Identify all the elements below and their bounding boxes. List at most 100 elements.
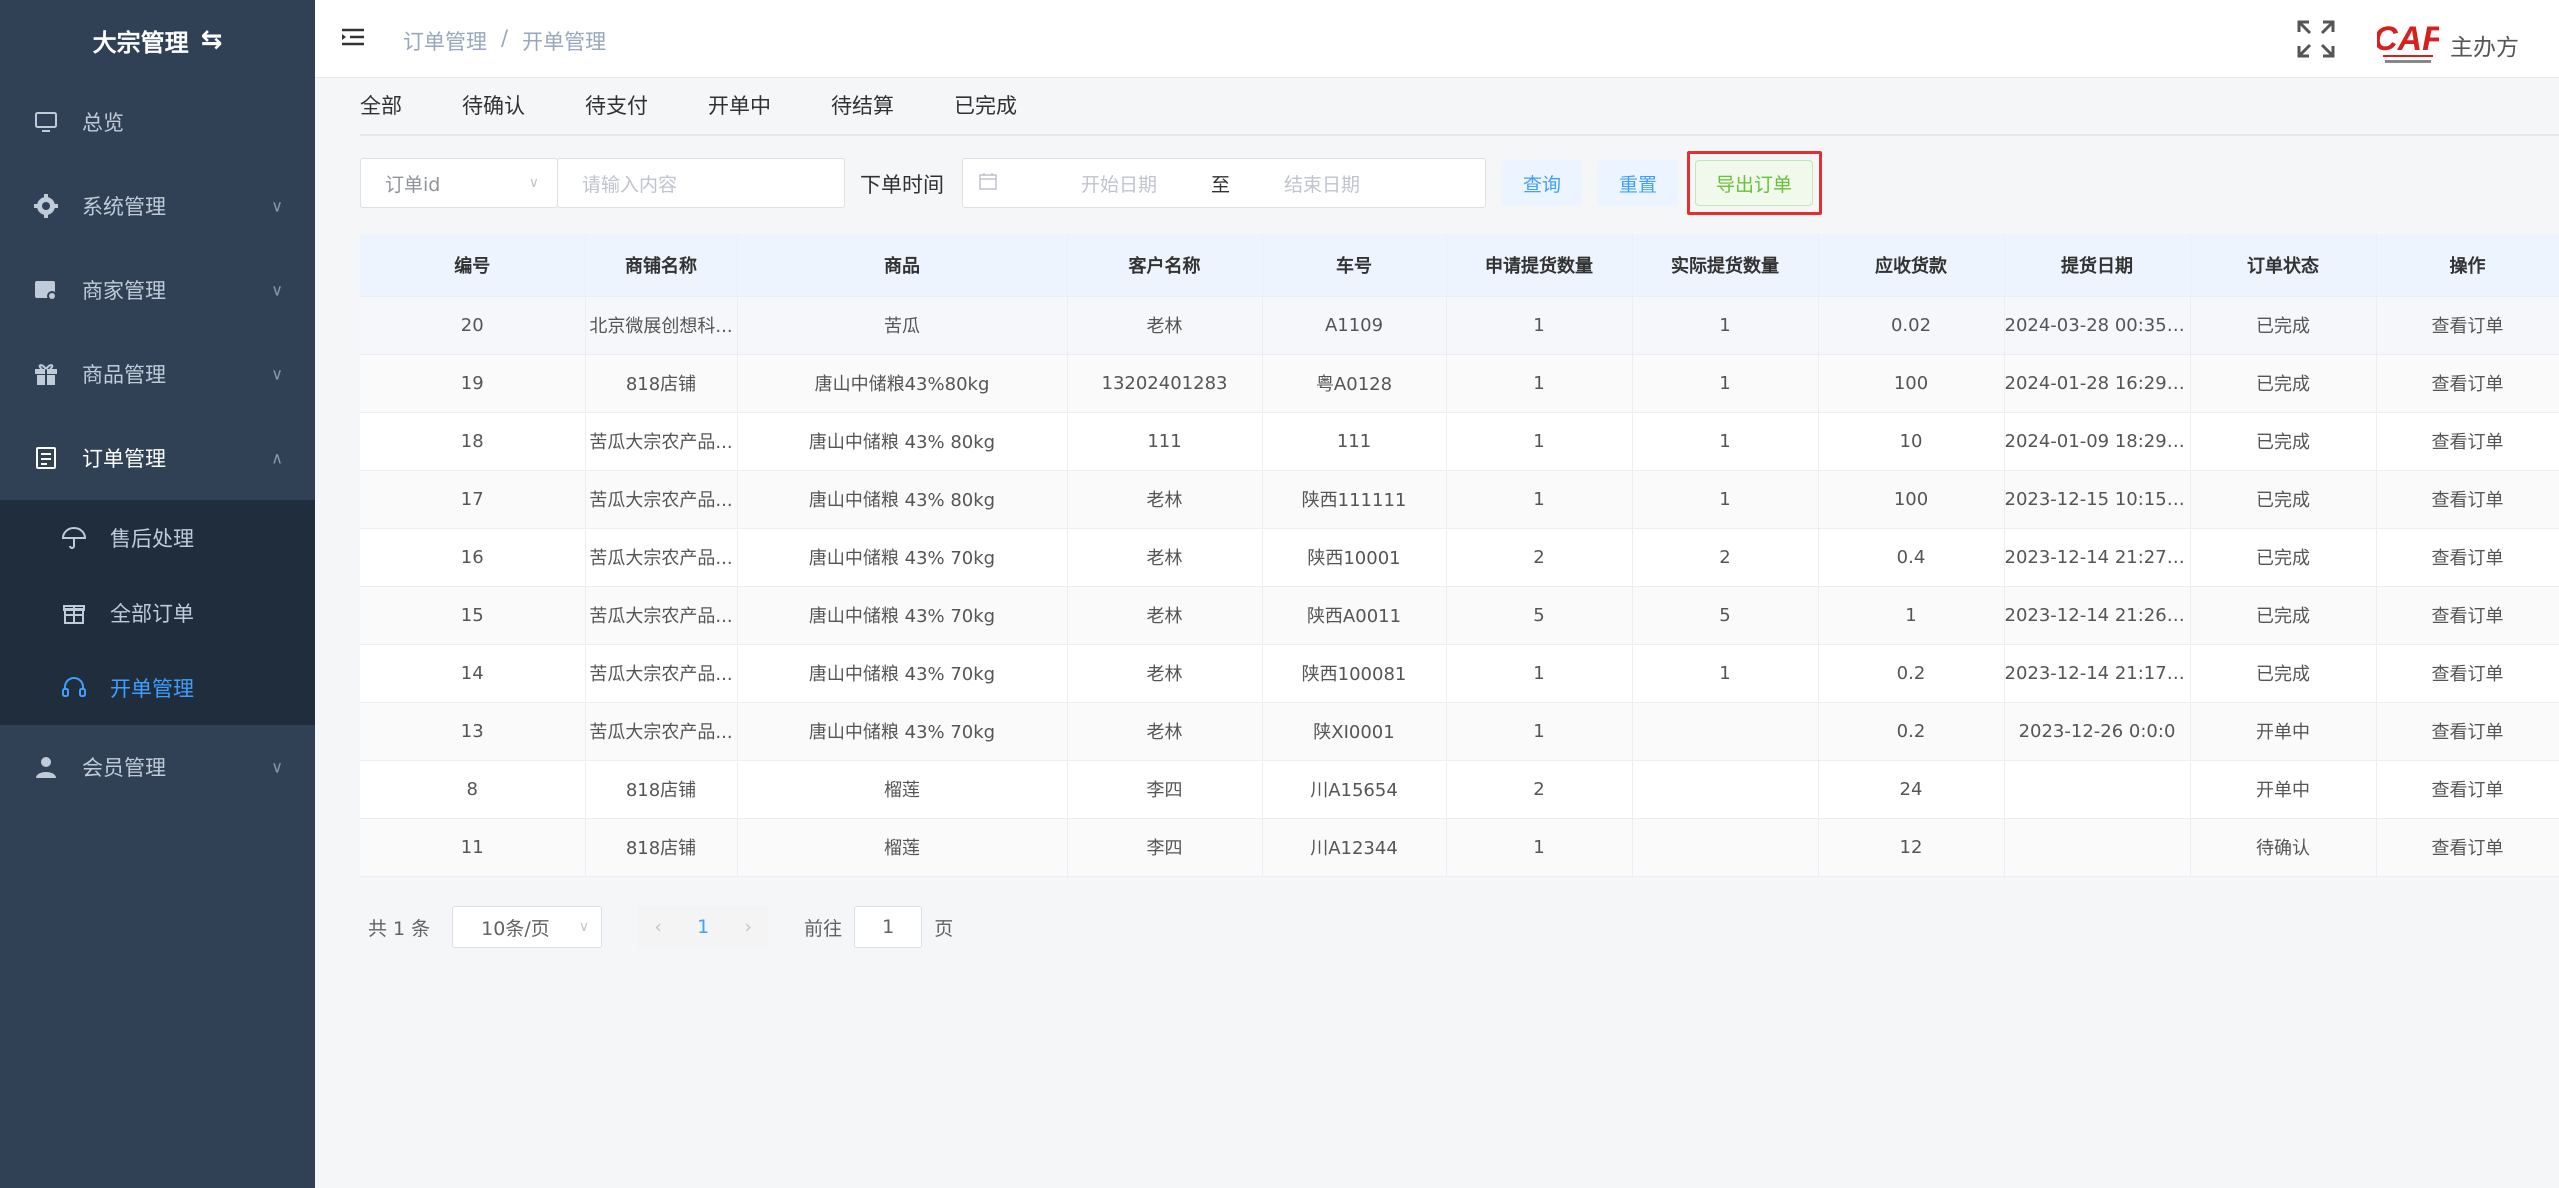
cell-plate: 111 bbox=[1262, 412, 1447, 471]
status-badge: 已完成 bbox=[2190, 586, 2377, 645]
col-action: 操作 bbox=[2376, 234, 2559, 297]
cell-act-qty bbox=[1632, 818, 1819, 877]
sidebar-item-merchant[interactable]: 商家管理 ∨ bbox=[0, 248, 315, 332]
table-row: 13 苦瓜大宗农产品... 唐山中储粮 43% 70kg 老林 陕XI0001 1 0.2 2… bbox=[360, 702, 2559, 761]
sidebar-item-all-orders[interactable]: 全部订单 bbox=[0, 575, 315, 650]
cell-plate: 陕XI0001 bbox=[1262, 702, 1447, 761]
gear-icon bbox=[32, 192, 60, 220]
view-order-link[interactable]: 查看订单 bbox=[2376, 586, 2559, 645]
cell-amount: 100 bbox=[1818, 470, 2005, 529]
prev-page-button[interactable]: ‹ bbox=[638, 906, 679, 948]
menu-toggle-icon[interactable] bbox=[340, 24, 368, 52]
caf-logo-text: CAF bbox=[2377, 20, 2439, 58]
sidebar-item-product[interactable]: 商品管理 ∨ bbox=[0, 332, 315, 416]
cell-id: 18 bbox=[360, 412, 586, 471]
cell-date bbox=[2004, 818, 2191, 877]
cell-product: 榴莲 bbox=[737, 818, 1068, 877]
chevron-down-icon: ∨ bbox=[528, 175, 539, 191]
cell-req-qty: 1 bbox=[1446, 296, 1633, 355]
cell-plate: 川A15654 bbox=[1262, 760, 1447, 819]
sidebar-item-members[interactable]: 会员管理 ∨ bbox=[0, 725, 315, 809]
view-order-link[interactable]: 查看订单 bbox=[2376, 528, 2559, 587]
cell-customer: 111 bbox=[1067, 412, 1263, 471]
cell-product: 唐山中储粮 43% 70kg bbox=[737, 586, 1068, 645]
tab-to-pay[interactable]: 待支付 bbox=[585, 88, 648, 134]
sidebar-item-label: 系统管理 bbox=[82, 195, 166, 219]
view-order-link[interactable]: 查看订单 bbox=[2376, 644, 2559, 703]
cell-req-qty: 1 bbox=[1446, 702, 1633, 761]
chevron-right-icon: › bbox=[744, 916, 752, 938]
sidebar-item-aftersale[interactable]: 售后处理 bbox=[0, 500, 315, 575]
sidebar-item-system[interactable]: 系统管理 ∨ bbox=[0, 164, 315, 248]
swap-icon[interactable]: ⇆ bbox=[201, 25, 223, 55]
cell-product: 唐山中储粮 43% 70kg bbox=[737, 702, 1068, 761]
view-order-link[interactable]: 查看订单 bbox=[2376, 818, 2559, 877]
col-act-qty: 实际提货数量 bbox=[1632, 234, 1819, 297]
tab-to-confirm[interactable]: 待确认 bbox=[462, 88, 525, 134]
cell-req-qty: 1 bbox=[1446, 354, 1633, 413]
sidebar-item-billing[interactable]: 开单管理 bbox=[0, 650, 315, 725]
status-badge: 已完成 bbox=[2190, 296, 2377, 355]
chevron-down-icon: ∨ bbox=[271, 364, 283, 384]
view-order-link[interactable]: 查看订单 bbox=[2376, 354, 2559, 413]
umbrella-icon bbox=[60, 524, 88, 552]
table-row: 18 苦瓜大宗农产品... 唐山中储粮 43% 80kg 111 111 1 1 10 2024… bbox=[360, 412, 2559, 471]
cell-plate: A1109 bbox=[1262, 296, 1447, 355]
cell-date: 2023-12-14 21:27:51 bbox=[2004, 528, 2191, 587]
search-input[interactable]: 请输入内容 bbox=[557, 158, 845, 208]
sidebar-item-label: 总览 bbox=[82, 111, 124, 135]
view-order-link[interactable]: 查看订单 bbox=[2376, 702, 2559, 761]
view-order-link[interactable]: 查看订单 bbox=[2376, 760, 2559, 819]
table-row: 8 818店铺 榴莲 李四 川A15654 2 24 开单中 查看订单 bbox=[360, 760, 2559, 819]
page-number-current[interactable]: 1 bbox=[678, 906, 729, 948]
col-customer: 客户名称 bbox=[1067, 234, 1263, 297]
cell-shop: 苦瓜大宗农产品... bbox=[585, 702, 738, 761]
cell-shop: 苦瓜大宗农产品... bbox=[585, 528, 738, 587]
cell-date bbox=[2004, 760, 2191, 819]
sidebar-item-label: 商家管理 bbox=[82, 279, 166, 303]
order-time-label: 下单时间 bbox=[860, 173, 944, 197]
next-page-button[interactable]: › bbox=[728, 906, 769, 948]
cell-act-qty: 2 bbox=[1632, 528, 1819, 587]
cell-amount: 1 bbox=[1818, 586, 2005, 645]
cell-amount: 10 bbox=[1818, 412, 2005, 471]
end-date-placeholder[interactable]: 结束日期 bbox=[1284, 170, 1360, 197]
tab-to-settle[interactable]: 待结算 bbox=[831, 88, 894, 134]
cell-plate: 粤A0128 bbox=[1262, 354, 1447, 413]
col-plate: 车号 bbox=[1262, 234, 1447, 297]
reset-button[interactable]: 重置 bbox=[1598, 160, 1678, 206]
cell-id: 15 bbox=[360, 586, 586, 645]
cell-act-qty: 5 bbox=[1632, 586, 1819, 645]
query-button[interactable]: 查询 bbox=[1502, 160, 1582, 206]
view-order-link[interactable]: 查看订单 bbox=[2376, 412, 2559, 471]
goto-page-input[interactable]: 1 bbox=[854, 906, 923, 948]
caf-logo: CAF bbox=[2373, 14, 2444, 68]
status-badge: 已完成 bbox=[2190, 528, 2377, 587]
tab-completed[interactable]: 已完成 bbox=[954, 88, 1017, 134]
cell-customer: 13202401283 bbox=[1067, 354, 1263, 413]
sidebar-item-overview[interactable]: 总览 bbox=[0, 80, 315, 164]
cell-id: 17 bbox=[360, 470, 586, 529]
view-order-link[interactable]: 查看订单 bbox=[2376, 470, 2559, 529]
search-field-select[interactable]: 订单id ∨ bbox=[360, 158, 558, 208]
sidebar-item-orders[interactable]: 订单管理 ∧ bbox=[0, 416, 315, 500]
start-date-placeholder[interactable]: 开始日期 bbox=[1081, 170, 1157, 197]
cell-shop: 818店铺 bbox=[585, 818, 738, 877]
date-range-picker[interactable]: 开始日期 至 结束日期 bbox=[962, 158, 1486, 208]
cell-act-qty: 1 bbox=[1632, 354, 1819, 413]
fullscreen-icon[interactable] bbox=[2295, 18, 2337, 60]
view-order-link[interactable]: 查看订单 bbox=[2376, 296, 2559, 355]
status-badge: 已完成 bbox=[2190, 644, 2377, 703]
cell-customer: 老林 bbox=[1067, 644, 1263, 703]
page-size-select[interactable]: 10条/页 ∨ bbox=[452, 906, 603, 948]
table-row: 20 北京微展创想科... 苦瓜 老林 A1109 1 1 0.02 2024-03-28 00… bbox=[360, 296, 2559, 355]
breadcrumb-parent[interactable]: 订单管理 bbox=[403, 26, 487, 56]
tab-billing[interactable]: 开单中 bbox=[708, 88, 771, 134]
cell-shop: 818店铺 bbox=[585, 760, 738, 819]
goto-label: 前往 bbox=[804, 917, 843, 940]
tab-all[interactable]: 全部 bbox=[360, 88, 402, 134]
table-row: 16 苦瓜大宗农产品... 唐山中储粮 43% 70kg 老林 陕西10001 2 2 0.4… bbox=[360, 528, 2559, 587]
document-icon bbox=[32, 444, 60, 472]
host-label[interactable]: 主办方 bbox=[2450, 28, 2519, 62]
col-date: 提货日期 bbox=[2004, 234, 2191, 297]
